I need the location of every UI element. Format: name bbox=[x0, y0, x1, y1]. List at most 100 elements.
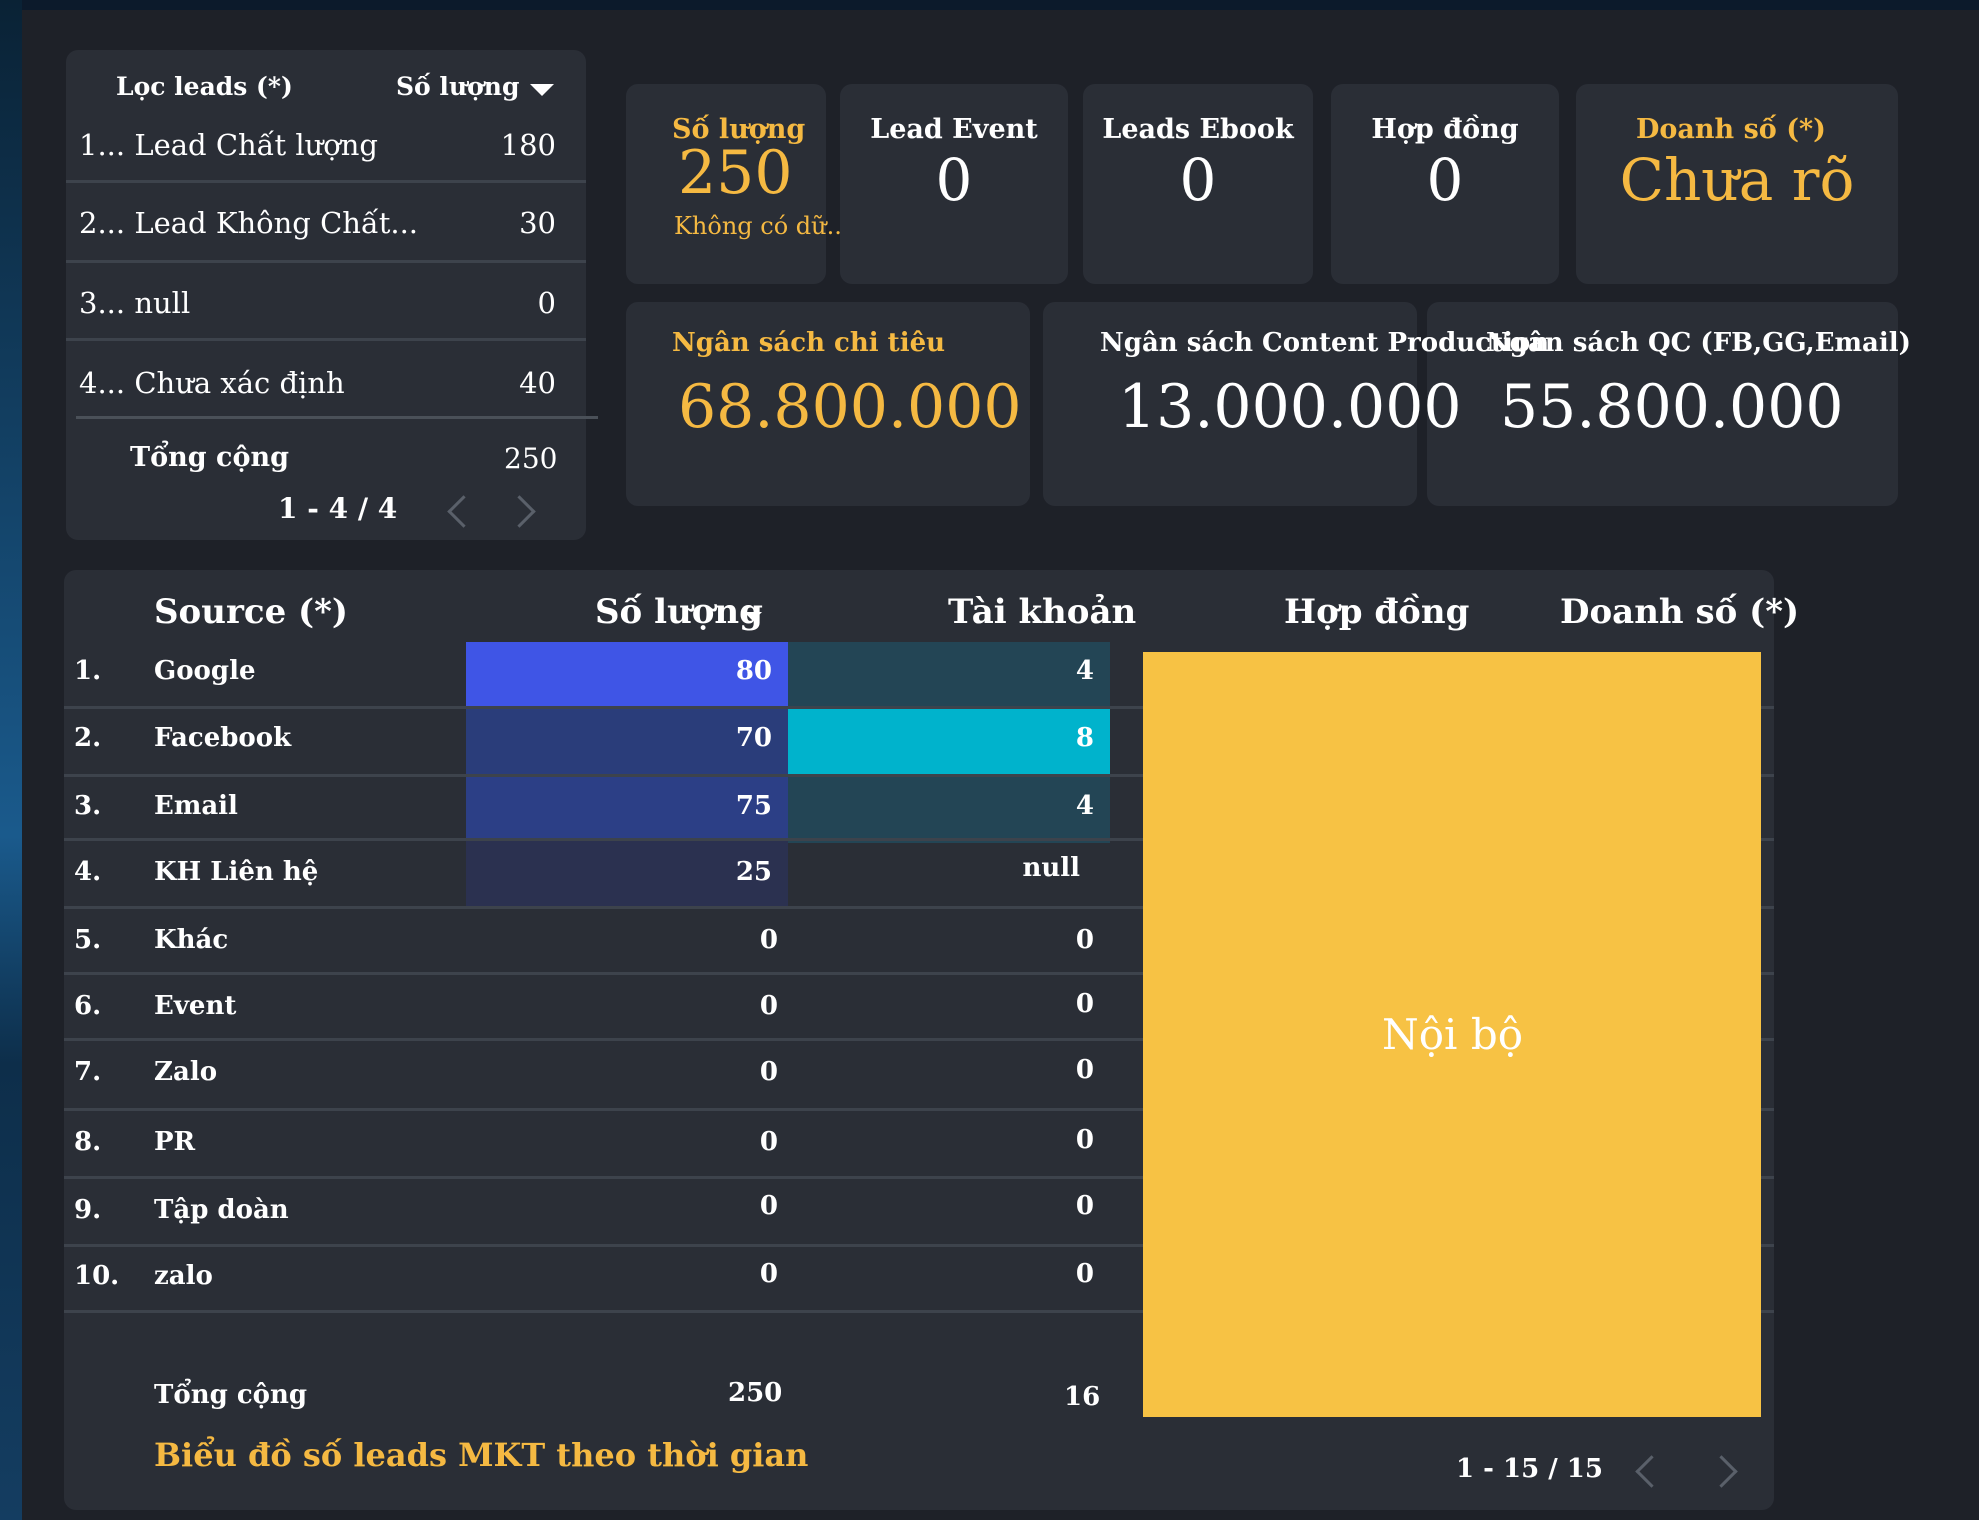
kpi-title: Lead Event bbox=[870, 114, 1038, 145]
kpi-so-luong: Số lượng 250 Không có dữ.. bbox=[626, 84, 842, 284]
table-row[interactable]: 1. Google 80 4 bbox=[64, 642, 1142, 708]
qty-value: 25 bbox=[735, 857, 772, 887]
account-value: 0 bbox=[1075, 925, 1094, 955]
qty-value: 0 bbox=[759, 991, 778, 1021]
kpi-doanh-so: Doanh số (*) Chưa rõ bbox=[1576, 84, 1898, 284]
account-cell: 0 bbox=[788, 975, 1110, 1041]
filter-row[interactable]: 3... null 0 bbox=[66, 270, 586, 348]
kpi-value: 0 bbox=[1426, 146, 1464, 214]
page-left-background bbox=[0, 0, 22, 1520]
kpi-lead-event: Lead Event 0 bbox=[840, 84, 1068, 284]
kpi-value: Chưa rõ bbox=[1619, 146, 1855, 214]
qty-cell: 80 bbox=[466, 642, 788, 708]
table-total-account: 16 bbox=[1064, 1382, 1101, 1412]
row-index: 5. bbox=[74, 925, 102, 955]
account-value: 0 bbox=[1075, 1125, 1094, 1155]
sort-dropdown-icon[interactable] bbox=[530, 84, 554, 96]
divider bbox=[66, 338, 586, 341]
account-value: 0 bbox=[1075, 1259, 1094, 1289]
row-index: 1. bbox=[74, 656, 102, 686]
col-header-hop-dong[interactable]: Hợp đồng bbox=[1284, 592, 1469, 632]
kpi-title: Ngân sách chi tiêu bbox=[672, 328, 946, 358]
qty-cell: 0 bbox=[466, 909, 788, 975]
table-row[interactable]: 8. PR 0 0 bbox=[64, 1111, 1142, 1177]
table-row[interactable]: 6. Event 0 0 bbox=[64, 975, 1142, 1041]
account-cell: 0 bbox=[788, 1247, 1110, 1313]
row-source-name: Khác bbox=[154, 925, 229, 955]
row-index: 9. bbox=[74, 1195, 102, 1225]
kpi-value: 13.000.000 bbox=[1118, 372, 1462, 442]
account-cell: null bbox=[788, 841, 1110, 907]
filter-header-label[interactable]: Lọc leads (*) bbox=[116, 72, 293, 101]
table-total-qty: 250 bbox=[728, 1378, 783, 1408]
table-row[interactable]: 4. KH Liên hệ 25 null bbox=[64, 841, 1142, 907]
kpi-value: 0 bbox=[935, 146, 973, 214]
account-value: 0 bbox=[1075, 1055, 1094, 1085]
qty-value: 0 bbox=[759, 1191, 778, 1221]
qty-cell: 25 bbox=[466, 841, 788, 907]
account-value: 4 bbox=[1075, 656, 1094, 686]
account-cell: 8 bbox=[788, 709, 1110, 775]
col-header-so-luong[interactable]: Số lượng bbox=[595, 592, 763, 632]
filter-row-label: 4... Chưa xác định bbox=[79, 366, 345, 400]
row-source-name: Tập doàn bbox=[154, 1195, 289, 1225]
account-cell: 0 bbox=[788, 1111, 1110, 1177]
filter-pagination: 1 - 4 / 4 bbox=[278, 492, 398, 525]
table-row[interactable]: 10. zalo 0 0 bbox=[64, 1247, 1142, 1313]
filter-row[interactable]: 2... Lead Không Chất... 30 bbox=[66, 190, 586, 268]
row-source-name: Facebook bbox=[154, 723, 292, 753]
qty-value: 70 bbox=[735, 723, 772, 753]
row-source-name: Zalo bbox=[154, 1057, 218, 1087]
divider bbox=[66, 180, 586, 183]
row-source-name: zalo bbox=[154, 1261, 213, 1291]
table-row[interactable]: 9. Tập doàn 0 0 bbox=[64, 1179, 1142, 1245]
qty-cell: 0 bbox=[466, 975, 788, 1041]
col-header-source[interactable]: Source (*) bbox=[154, 592, 348, 632]
qty-value: 0 bbox=[759, 1127, 778, 1157]
kpi-title: Hợp đồng bbox=[1371, 114, 1519, 145]
filter-row-value: 40 bbox=[519, 366, 556, 400]
filter-total-label: Tổng cộng bbox=[130, 442, 289, 473]
row-index: 6. bbox=[74, 991, 102, 1021]
table-row[interactable]: 7. Zalo 0 0 bbox=[64, 1041, 1142, 1107]
chart-caption: Biểu đồ số leads MKT theo thời gian bbox=[154, 1436, 809, 1474]
divider bbox=[76, 416, 598, 419]
qty-value: 75 bbox=[735, 791, 772, 821]
kpi-value: 55.800.000 bbox=[1500, 372, 1844, 442]
qty-cell: 0 bbox=[466, 1111, 788, 1177]
col-header-tai-khoan[interactable]: Tài khoản bbox=[948, 592, 1136, 632]
row-source-name: PR bbox=[154, 1127, 196, 1157]
col-header-doanh-so[interactable]: Doanh số (*) bbox=[1560, 592, 1799, 632]
row-source-name: KH Liên hệ bbox=[154, 857, 319, 887]
filter-header-metric[interactable]: Số lượng bbox=[396, 72, 519, 101]
filter-row-label: 1... Lead Chất lượng bbox=[79, 128, 378, 162]
account-value: 8 bbox=[1075, 723, 1094, 753]
page-top-strip bbox=[0, 0, 1979, 10]
table-row[interactable]: 3. Email 75 4 bbox=[64, 777, 1142, 843]
qty-cell: 75 bbox=[466, 777, 788, 843]
kpi-value: 250 bbox=[678, 138, 793, 208]
divider bbox=[66, 260, 586, 263]
qty-cell: 0 bbox=[466, 1041, 788, 1107]
table-row[interactable]: 2. Facebook 70 8 bbox=[64, 709, 1142, 775]
row-index: 7. bbox=[74, 1057, 102, 1087]
table-total-label: Tổng cộng bbox=[154, 1380, 308, 1410]
filter-row-value: 30 bbox=[519, 206, 556, 240]
kpi-title: Ngân sách Content Production bbox=[1100, 328, 1550, 358]
filter-row[interactable]: 1... Lead Chất lượng 180 bbox=[66, 112, 586, 190]
kpi-hop-dong: Hợp đồng 0 bbox=[1331, 84, 1559, 284]
account-value: 0 bbox=[1075, 989, 1094, 1019]
kpi-subtext: Không có dữ.. bbox=[674, 212, 842, 240]
row-index: 3. bbox=[74, 791, 102, 821]
row-index: 2. bbox=[74, 723, 102, 753]
kpi-ngan-sach-chi-tieu: Ngân sách chi tiêu 68.800.000 bbox=[626, 302, 1030, 506]
row-index: 4. bbox=[74, 857, 102, 887]
row-source-name: Event bbox=[154, 991, 237, 1021]
account-cell: 4 bbox=[788, 642, 1110, 708]
table-row[interactable]: 5. Khác 0 0 bbox=[64, 909, 1142, 975]
account-value: null bbox=[1022, 853, 1080, 883]
qty-value: 80 bbox=[735, 656, 772, 686]
sort-desc-icon[interactable] bbox=[744, 612, 762, 621]
account-cell: 0 bbox=[788, 1041, 1110, 1107]
qty-cell: 0 bbox=[466, 1179, 788, 1245]
